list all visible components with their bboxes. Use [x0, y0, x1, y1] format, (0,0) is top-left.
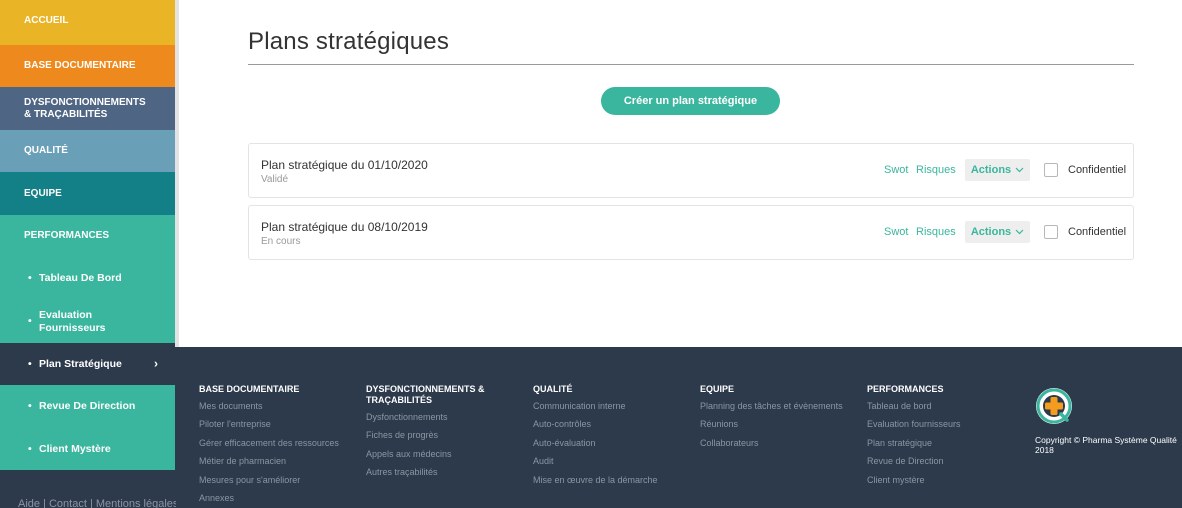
footer-heading[interactable]: PERFORMANCES [867, 384, 961, 395]
footer-link[interactable]: Dysfonctionnements [366, 408, 506, 426]
footer-heading[interactable]: QUALITÉ [533, 384, 658, 395]
bullet-icon: • [28, 272, 32, 284]
footer-column-base-documentaire: BASE DOCUMENTAIRE Mes documents Piloter … [199, 384, 339, 507]
confidential-label: Confidentiel [1068, 226, 1127, 238]
actions-dropdown[interactable]: Actions [965, 159, 1030, 181]
title-divider [248, 64, 1134, 65]
footer-link[interactable]: Planning des tâches et évènements [700, 397, 843, 415]
sidebar-subitem-revue-de-direction[interactable]: • Revue De Direction [0, 385, 175, 428]
footer-link[interactable]: Piloter l'entreprise [199, 415, 339, 433]
plan-status: En cours [261, 236, 301, 247]
footer-link[interactable]: Plan stratégique [867, 434, 961, 452]
footer-link[interactable]: Mes documents [199, 397, 339, 415]
copyright-text: Copyright © Pharma Système Qualité 2018 [1035, 435, 1177, 455]
bullet-icon: • [28, 315, 32, 327]
footer-column-equipe: EQUIPE Planning des tâches et évènements… [700, 384, 843, 452]
sidebar-item-performances[interactable]: PERFORMANCES [0, 215, 175, 257]
plan-card: Plan stratégique du 01/10/2020 Validé Sw… [248, 143, 1134, 198]
sidebar-subitem-label: Client Mystère [39, 442, 111, 455]
chevron-down-icon [1015, 167, 1024, 173]
sidebar-subitem-label: Evaluation Fournisseurs [39, 308, 106, 334]
legal-links[interactable]: Aide | Contact | Mentions légales [18, 498, 178, 508]
footer-link[interactable]: Fiches de progrès [366, 426, 506, 444]
pharma-systeme-qualite-logo-icon [1036, 388, 1072, 424]
actions-dropdown[interactable]: Actions [965, 221, 1030, 243]
sidebar-item-label: DYSFONCTIONNEMENTS & TRAÇABILITÉS [24, 96, 146, 120]
footer-link[interactable]: Auto-contrôles [533, 415, 658, 433]
footer-column-qualite: QUALITÉ Communication interne Auto-contr… [533, 384, 658, 489]
plan-status: Validé [261, 174, 289, 185]
footer-link[interactable]: Evaluation fournisseurs [867, 415, 961, 433]
page-title: Plans stratégiques [248, 28, 450, 55]
chevron-down-icon [1015, 229, 1024, 235]
footer-link[interactable]: Appels aux médecins [366, 445, 506, 463]
footer-heading[interactable]: DYSFONCTIONNEMENTS & TRAÇABILITÉS [366, 384, 506, 406]
confidential-checkbox[interactable] [1044, 163, 1058, 177]
sidebar-subitem-tableau-de-bord[interactable]: • Tableau De Bord [0, 257, 175, 300]
footer-link[interactable]: Métier de pharmacien [199, 452, 339, 470]
footer-link[interactable]: Audit [533, 452, 658, 470]
sidebar-subitem-client-mystere[interactable]: • Client Mystère [0, 428, 175, 470]
footer-link[interactable]: Gérer efficacement des ressources [199, 434, 339, 452]
sidebar-subitem-evaluation-fournisseurs[interactable]: • Evaluation Fournisseurs [0, 300, 175, 343]
footer-link[interactable]: Mise en œuvre de la démarche [533, 471, 658, 489]
footer-link[interactable]: Collaborateurs [700, 434, 843, 452]
footer-heading[interactable]: BASE DOCUMENTAIRE [199, 384, 339, 395]
footer-heading[interactable]: EQUIPE [700, 384, 843, 395]
sidebar-subitem-label: Revue De Direction [39, 400, 136, 412]
sidebar-subitem-label: Tableau De Bord [39, 272, 122, 284]
sidebar-subitem-plan-strategique[interactable]: • Plan Stratégique › [0, 343, 176, 385]
plan-title[interactable]: Plan stratégique du 01/10/2020 [261, 158, 428, 172]
footer-link[interactable]: Réunions [700, 415, 843, 433]
plan-card: Plan stratégique du 08/10/2019 En cours … [248, 205, 1134, 260]
sidebar-item-label: ACCUEIL [24, 15, 69, 26]
bullet-icon: • [28, 400, 32, 412]
sidebar-item-label: BASE DOCUMENTAIRE [24, 60, 136, 71]
bullet-icon: • [28, 442, 32, 455]
footer-column-dysfonctionnements: DYSFONCTIONNEMENTS & TRAÇABILITÉS Dysfon… [366, 384, 506, 482]
confidential-checkbox[interactable] [1044, 225, 1058, 239]
create-plan-button[interactable]: Créer un plan stratégique [601, 87, 780, 115]
sidebar-item-label: PERFORMANCES [24, 230, 110, 241]
risques-link[interactable]: Risques [916, 226, 956, 238]
footer-link[interactable]: Revue de Direction [867, 452, 961, 470]
footer: BASE DOCUMENTAIRE Mes documents Piloter … [176, 347, 1182, 508]
footer-link[interactable]: Auto-évaluation [533, 434, 658, 452]
sidebar-divider [175, 0, 179, 347]
sidebar-item-base-documentaire[interactable]: BASE DOCUMENTAIRE [0, 45, 175, 87]
sidebar-item-qualite[interactable]: QUALITÉ [0, 130, 175, 172]
confidential-label: Confidentiel [1068, 164, 1127, 176]
sidebar-item-equipe[interactable]: EQUIPE [0, 172, 175, 215]
sidebar-item-dysfonctionnements[interactable]: DYSFONCTIONNEMENTS & TRAÇABILITÉS [0, 87, 175, 130]
footer-column-performances: PERFORMANCES Tableau de bord Evaluation … [867, 384, 961, 489]
sidebar-subitem-label: Plan Stratégique [39, 357, 122, 370]
bullet-icon: • [28, 357, 32, 370]
footer-link[interactable]: Annexes [199, 489, 339, 507]
footer-link[interactable]: Client mystère [867, 471, 961, 489]
footer-link[interactable]: Mesures pour s'améliorer [199, 471, 339, 489]
footer-link[interactable]: Tableau de bord [867, 397, 961, 415]
sidebar-item-label: QUALITÉ [24, 145, 68, 156]
plan-title[interactable]: Plan stratégique du 08/10/2019 [261, 220, 428, 234]
footer-link[interactable]: Communication interne [533, 397, 658, 415]
sidebar: ACCUEIL BASE DOCUMENTAIRE DYSFONCTIONNEM… [0, 0, 178, 508]
footer-link[interactable]: Autres traçabilités [366, 463, 506, 481]
sidebar-item-label: EQUIPE [24, 187, 62, 199]
chevron-right-icon: › [154, 356, 158, 371]
sidebar-item-accueil[interactable]: ACCUEIL [0, 0, 175, 45]
swot-link[interactable]: Swot [884, 226, 908, 238]
actions-label: Actions [970, 226, 1012, 238]
risques-link[interactable]: Risques [916, 164, 956, 176]
actions-label: Actions [970, 164, 1012, 176]
swot-link[interactable]: Swot [884, 164, 908, 176]
